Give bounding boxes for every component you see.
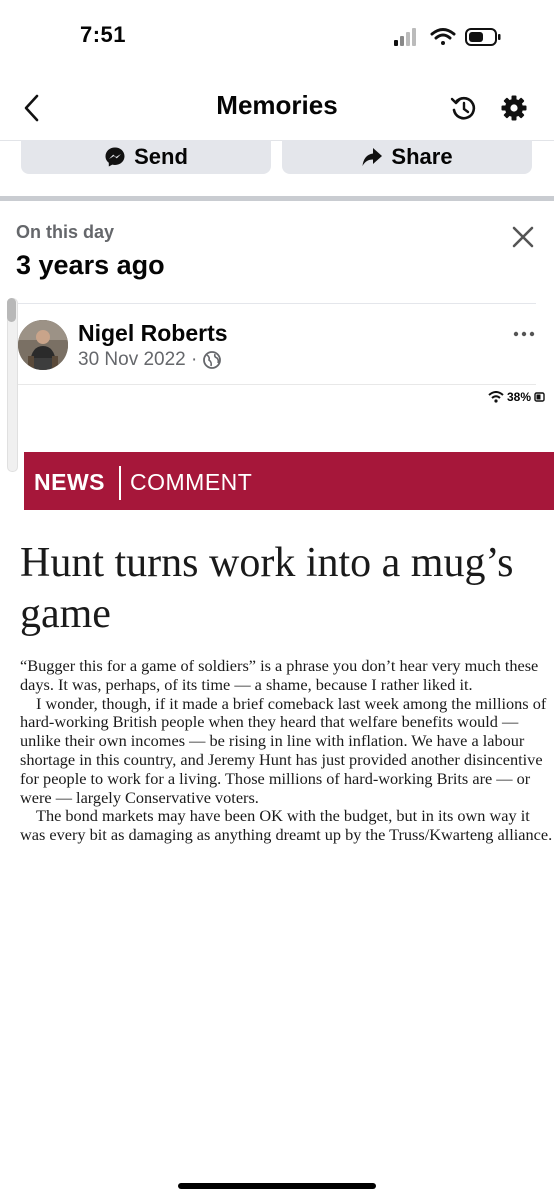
years-ago-heading: 3 years ago	[16, 250, 165, 280]
article-body: “Bugger this for a game of soldiers” is …	[20, 656, 554, 845]
article-headline: Hunt turns work into a mug’s game	[20, 540, 514, 637]
embedded-status-bar: 38%	[488, 390, 546, 404]
banner-divider	[119, 466, 121, 500]
cellular-signal-icon	[394, 28, 416, 46]
battery-icon	[534, 392, 545, 402]
battery-icon	[465, 28, 501, 46]
more-options-icon[interactable]	[512, 330, 536, 338]
battery-percent: 38%	[507, 390, 532, 404]
nav-bar: Memories	[0, 78, 554, 138]
close-icon[interactable]	[508, 222, 538, 252]
share-arrow-icon	[362, 148, 383, 166]
gear-icon	[501, 95, 527, 121]
article-paragraph: “Bugger this for a game of soldiers” is …	[20, 656, 539, 694]
post-meta: 30 Nov 2022 ·	[78, 349, 222, 371]
settings-button[interactable]	[498, 92, 530, 124]
messenger-icon	[105, 147, 125, 167]
history-button[interactable]	[448, 92, 480, 124]
home-indicator[interactable]	[178, 1183, 376, 1189]
on-this-day-label: On this day	[16, 222, 115, 242]
article-paragraph: I wonder, though, if it made a brief com…	[20, 693, 547, 807]
share-label: Share	[391, 144, 453, 169]
send-label: Send	[134, 144, 188, 169]
scrollbar-thumb[interactable]	[7, 298, 16, 322]
status-bar: 7:51	[0, 0, 554, 70]
history-icon	[450, 96, 476, 120]
profile-photo	[18, 320, 68, 370]
section-divider	[0, 196, 554, 201]
article-paragraph: The bond markets may have been OK with t…	[20, 806, 553, 845]
news-label: NEWS	[34, 469, 105, 495]
scrollbar-track[interactable]	[7, 298, 18, 472]
comment-label: COMMENT	[130, 469, 253, 495]
post-divider	[18, 303, 536, 304]
avatar[interactable]	[18, 320, 68, 370]
send-button[interactable]: Send	[21, 140, 271, 174]
wifi-icon	[430, 28, 456, 45]
post-date[interactable]: 30 Nov 2022 ·	[78, 349, 197, 371]
share-button[interactable]: Share	[282, 140, 532, 174]
status-icons	[394, 28, 501, 46]
author-name[interactable]: Nigel Roberts	[78, 320, 228, 347]
globe-icon	[203, 351, 222, 369]
news-banner: NEWS COMMENT	[24, 452, 554, 510]
status-time: 7:51	[80, 22, 127, 47]
post-header-divider	[18, 384, 536, 385]
wifi-icon	[488, 391, 504, 403]
